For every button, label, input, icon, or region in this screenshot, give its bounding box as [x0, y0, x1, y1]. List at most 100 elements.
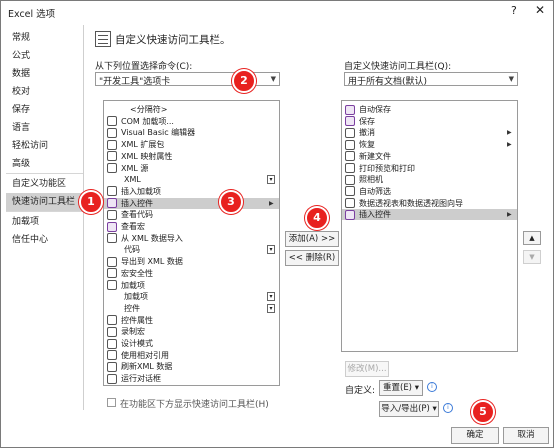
- redo-icon: [345, 139, 355, 150]
- list-item-label: XML 映射属性: [121, 151, 173, 161]
- insert-control-icon: [345, 209, 355, 220]
- print-preview-icon: [345, 163, 355, 173]
- list-item[interactable]: XML ▾: [104, 174, 279, 185]
- xml-map-icon: [107, 151, 117, 162]
- callout-badge-2: 2: [232, 69, 256, 93]
- dropdown-indicator-icon: ▾: [267, 175, 275, 185]
- add-button[interactable]: 添加(A) >>: [285, 231, 339, 247]
- remove-button[interactable]: << 删除(R): [285, 250, 339, 266]
- available-commands-list[interactable]: <分隔符> COM 加载项... Visual Basic 编辑器 XML 扩展包 XM…: [103, 100, 280, 386]
- control-props-icon: [107, 315, 117, 326]
- list-item[interactable]: 加载项: [104, 280, 279, 291]
- list-item[interactable]: 刷新XML 数据: [104, 361, 279, 372]
- sidebar-item[interactable]: 数据: [6, 65, 83, 83]
- list-item[interactable]: 加载项 ▾: [104, 291, 279, 302]
- sidebar-item[interactable]: 轻松访问: [6, 137, 83, 155]
- list-item[interactable]: 设计模式: [104, 338, 279, 349]
- choose-commands-value: "开发工具"选项卡: [99, 77, 171, 87]
- new-file-icon: [345, 151, 355, 162]
- list-item-label: 设计模式: [121, 339, 153, 348]
- list-item[interactable]: 数据透视表和数据透视图向导: [342, 198, 517, 209]
- sidebar-item[interactable]: 常规: [6, 29, 83, 47]
- list-item[interactable]: 从 XML 数据导入: [104, 233, 279, 244]
- show-below-ribbon-checkbox[interactable]: [107, 398, 116, 407]
- list-item[interactable]: 使用相对引用: [104, 350, 279, 361]
- callout-badge-3: 3: [219, 190, 243, 214]
- list-item[interactable]: 录制宏: [104, 326, 279, 337]
- cancel-button[interactable]: 取消: [503, 427, 549, 444]
- list-item[interactable]: 自动保存: [342, 104, 517, 115]
- list-item-label: 导出到 XML 数据: [121, 257, 183, 267]
- title-bar: Excel 选项 ? ✕: [1, 1, 553, 23]
- list-item-label: 运行对话框: [121, 374, 161, 384]
- list-item[interactable]: 插入加载项: [104, 186, 279, 197]
- pivot-wizard-icon: [345, 198, 355, 209]
- design-mode-icon: [107, 338, 117, 349]
- view-code-icon: [107, 209, 117, 220]
- list-item[interactable]: 插入控件 ▶: [104, 197, 279, 209]
- autosave-icon: [345, 104, 355, 115]
- sidebar-item[interactable]: 自定义功能区: [6, 175, 83, 193]
- qat-commands-list[interactable]: 自动保存 保存 撤消 ▶ 恢复 ▶ 新建文件 打印预览和打印 照相机 自动筛选 数据透视表和数据透视…: [341, 100, 518, 352]
- sidebar-item[interactable]: 语言: [6, 119, 83, 137]
- list-item[interactable]: <分隔符>: [104, 104, 279, 115]
- insert-control-icon: [107, 198, 117, 209]
- list-item[interactable]: 恢复 ▶: [342, 139, 517, 150]
- ok-button[interactable]: 确定: [451, 427, 499, 444]
- sidebar-item[interactable]: 快速访问工具栏: [6, 193, 83, 211]
- sidebar-divider: [6, 173, 83, 174]
- qat-scope-value: 用于所有文档(默认): [348, 77, 428, 87]
- chevron-down-icon: ▼: [508, 75, 514, 83]
- list-item[interactable]: 撤消 ▶: [342, 127, 517, 138]
- list-item[interactable]: XML 扩展包: [104, 139, 279, 150]
- list-item-label: 从 XML 数据导入: [121, 233, 183, 243]
- autofilter-icon: [345, 186, 355, 197]
- sidebar-item[interactable]: 高级: [6, 155, 83, 173]
- list-item[interactable]: 新建文件: [342, 151, 517, 162]
- reset-button[interactable]: 重置(E) ▾: [379, 380, 423, 396]
- help-button[interactable]: ?: [511, 4, 517, 17]
- sidebar-item[interactable]: 信任中心: [6, 231, 83, 249]
- list-item[interactable]: 打印预览和打印: [342, 163, 517, 174]
- submenu-arrow-icon: ▶: [507, 141, 512, 149]
- list-item-label: 查看代码: [121, 210, 153, 220]
- sidebar-item[interactable]: 公式: [6, 47, 83, 65]
- list-item[interactable]: XML 映射属性: [104, 151, 279, 162]
- sidebar-item[interactable]: 保存: [6, 101, 83, 119]
- list-item-label: 撤消: [359, 128, 375, 138]
- modify-button[interactable]: 修改(M)...: [345, 361, 389, 377]
- list-item[interactable]: 保存: [342, 116, 517, 127]
- list-item-label: 加载项: [124, 292, 148, 302]
- move-down-button[interactable]: ▼: [523, 250, 541, 264]
- list-item[interactable]: 代码 ▾: [104, 244, 279, 255]
- list-item[interactable]: 插入控件 ▶: [342, 209, 517, 221]
- list-item[interactable]: 控件 ▾: [104, 303, 279, 314]
- xml-source-icon: [107, 163, 117, 173]
- list-item[interactable]: 照相机: [342, 174, 517, 185]
- list-item[interactable]: 自动筛选: [342, 186, 517, 197]
- list-item[interactable]: Visual Basic 编辑器: [104, 127, 279, 138]
- list-item-label: <分隔符>: [130, 105, 168, 114]
- move-up-button[interactable]: ▲: [523, 231, 541, 245]
- import-export-button[interactable]: 导入/导出(P) ▾: [379, 401, 439, 417]
- vb-editor-icon: [107, 127, 117, 138]
- list-item[interactable]: 导出到 XML 数据: [104, 256, 279, 267]
- list-item-label: XML 源: [121, 163, 149, 173]
- list-item[interactable]: 查看宏: [104, 221, 279, 232]
- list-item-label: COM 加载项...: [121, 116, 174, 126]
- close-button[interactable]: ✕: [535, 3, 545, 17]
- list-item[interactable]: COM 加载项...: [104, 116, 279, 127]
- macro-security-icon: [107, 268, 117, 279]
- list-item-label: 查看宏: [121, 222, 145, 231]
- sidebar-item[interactable]: 校对: [6, 83, 83, 101]
- list-item[interactable]: 宏安全性: [104, 268, 279, 279]
- sidebar-item[interactable]: 加载项: [6, 213, 83, 231]
- view-macro-icon: [107, 221, 117, 232]
- list-item[interactable]: 运行对话框: [104, 373, 279, 384]
- list-item[interactable]: 查看代码: [104, 209, 279, 220]
- list-item[interactable]: XML 源: [104, 163, 279, 174]
- qat-scope-combo[interactable]: 用于所有文档(默认) ▼: [344, 72, 518, 87]
- callout-badge-5: 5: [471, 400, 495, 424]
- list-item[interactable]: 控件属性: [104, 315, 279, 326]
- choose-commands-label: 从下列位置选择命令(C):: [95, 62, 193, 72]
